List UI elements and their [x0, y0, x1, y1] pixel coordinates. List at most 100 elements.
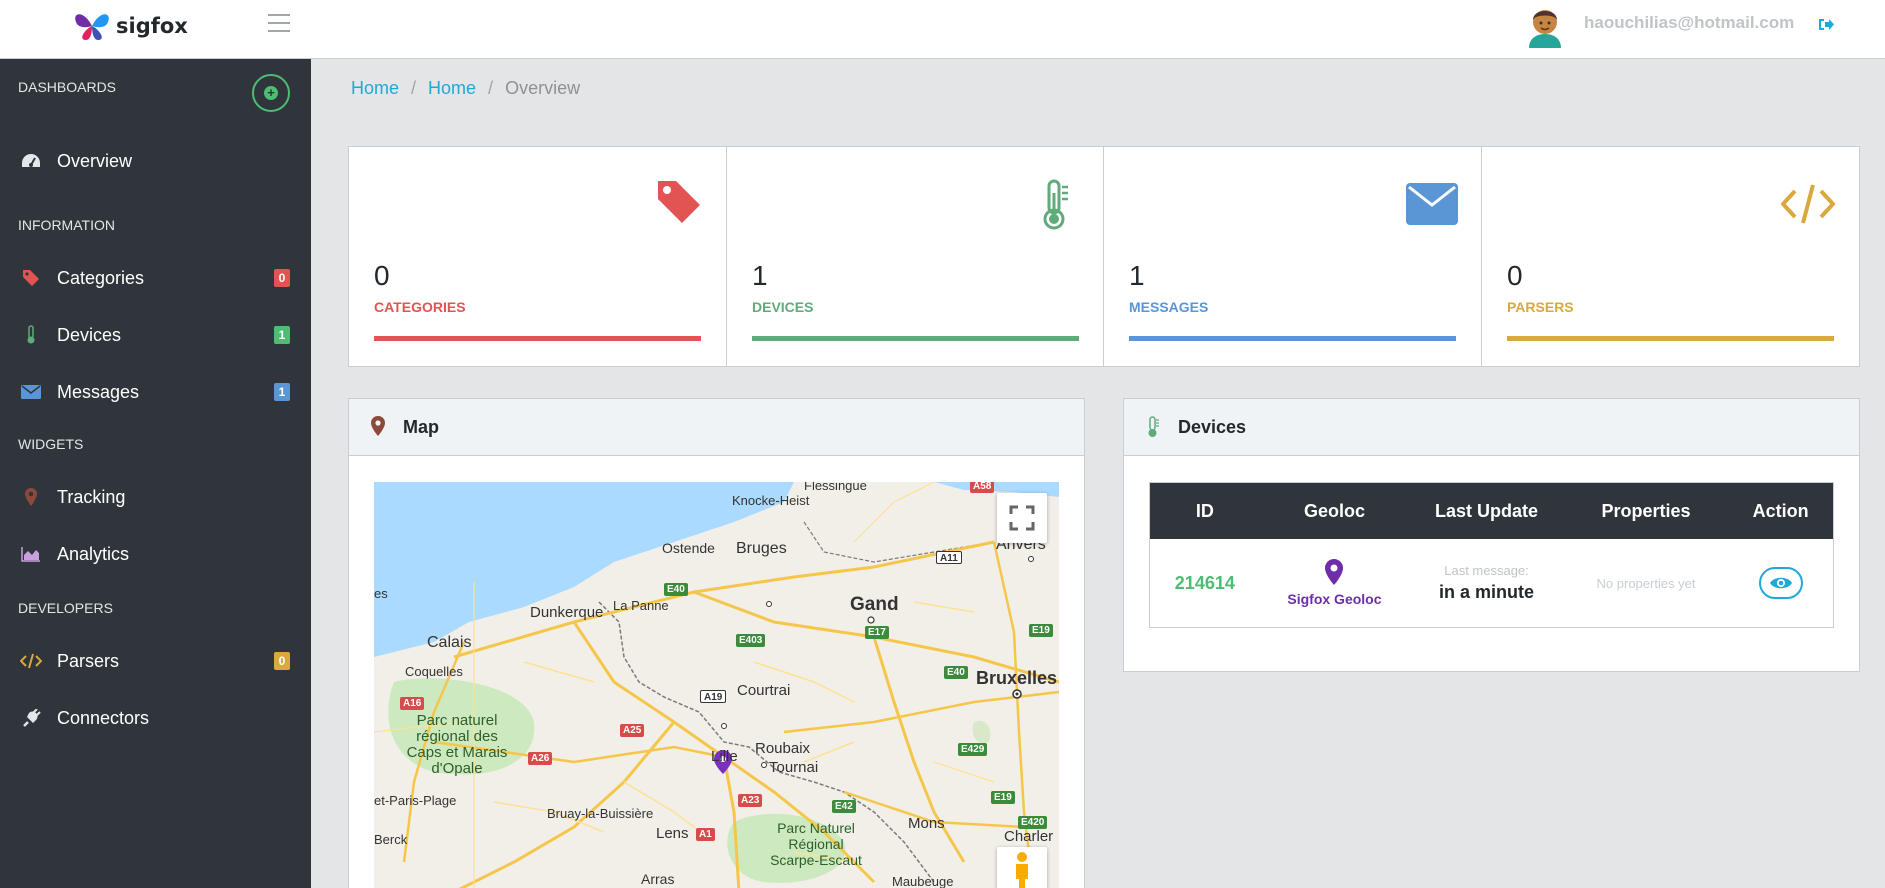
map-place-label: Bruay-la-Buissière [547, 806, 654, 821]
table-header: ID Geoloc Last Update Properties Action [1150, 483, 1833, 539]
road-sign: E42 [832, 800, 856, 813]
stat-card-devices[interactable]: 1 DEVICES [727, 147, 1104, 366]
last-update-value: in a minute [1439, 582, 1535, 602]
map-place-label: et-Paris-Plage [374, 793, 457, 808]
devices-panel: Devices ID Geoloc Last Update Properties… [1123, 398, 1860, 672]
column-header[interactable]: Last Update [1409, 483, 1564, 539]
road-sign: A16 [400, 697, 425, 710]
map-tiles [374, 482, 1059, 888]
map-fullscreen-button[interactable] [997, 493, 1047, 543]
stat-label: DEVICES [752, 299, 814, 315]
stat-card-categories[interactable]: 0 CATEGORIES [349, 147, 727, 366]
count-badge: 1 [274, 326, 290, 344]
pegman-icon [1016, 852, 1028, 888]
breadcrumb-separator: / [411, 78, 417, 98]
sidebar-item-label: Messages [57, 381, 140, 402]
sidebar-item-parsers[interactable]: Parsers 0 [0, 639, 311, 683]
breadcrumb-home-link[interactable]: Home [428, 78, 476, 99]
column-header[interactable]: Properties [1564, 483, 1729, 539]
map-place-label: Charler [1004, 828, 1054, 845]
column-header[interactable]: Action [1728, 483, 1833, 539]
map-marker-icon [1325, 559, 1344, 585]
map-marker-icon [20, 486, 42, 508]
map-place-label: Flessingue [804, 482, 867, 493]
thermometer-icon [1146, 416, 1160, 443]
stat-value: 0 [1507, 260, 1523, 291]
road-sign: E19 [1029, 624, 1053, 637]
map-view[interactable]: Flessingue Knocke-Heist Ostende Bruges A… [374, 482, 1059, 888]
map-place-label: Roubaix [755, 740, 811, 757]
properties-value: No properties yet [1596, 575, 1696, 591]
map-place-label: Maubeuge [892, 874, 954, 888]
panel-title: Devices [1178, 417, 1247, 437]
stat-label: CATEGORIES [374, 299, 466, 315]
envelope-icon [20, 381, 42, 403]
fullscreen-icon [1009, 505, 1035, 531]
device-id[interactable]: 214614 [1175, 573, 1235, 594]
user-avatar[interactable] [1525, 2, 1565, 48]
device-id-cell: 214614 [1150, 539, 1260, 627]
map-place-label: Parc naturel régional des Caps et Marais… [406, 712, 508, 777]
nav-title-developers: DEVELOPERS [18, 600, 113, 616]
column-header[interactable]: Geoloc [1260, 483, 1410, 539]
sigfox-logo[interactable]: sigfox [72, 8, 188, 44]
road-sign: E19 [991, 791, 1015, 804]
view-device-button[interactable] [1758, 567, 1803, 599]
tag-icon [656, 179, 702, 230]
stat-value: 1 [752, 260, 768, 291]
road-sign: E403 [736, 634, 766, 647]
add-dashboard-button[interactable]: + [252, 74, 290, 112]
map-place-label: es [374, 586, 388, 601]
map-place-label: Knocke-Heist [732, 493, 810, 508]
map-panel: Map Flessingue Knocke-Heist Ostende Brug… [348, 398, 1085, 888]
road-sign: E420 [1018, 816, 1048, 829]
street-view-pegman-button[interactable] [997, 847, 1047, 888]
road-sign: E40 [944, 666, 968, 679]
eye-icon [1769, 577, 1792, 589]
area-chart-icon [20, 543, 42, 565]
nav-title-information: INFORMATION [18, 217, 115, 233]
top-navbar: sigfox haouchilias@hotmail.com [0, 0, 1885, 59]
sidebar-item-label: Tracking [57, 486, 126, 507]
sidebar-item-devices[interactable]: Devices 1 [0, 313, 311, 357]
sidebar-item-messages[interactable]: Messages 1 [0, 370, 311, 414]
road-sign: A19 [700, 690, 727, 703]
properties-cell: No properties yet [1564, 539, 1729, 627]
map-place-label: Arras [641, 871, 675, 887]
geoloc-label: Sigfox Geoloc [1287, 591, 1382, 607]
user-email[interactable]: haouchilias@hotmail.com [1584, 13, 1794, 33]
column-header[interactable]: ID [1150, 483, 1260, 539]
road-sign: A11 [936, 551, 962, 564]
logout-icon[interactable] [1818, 17, 1835, 32]
map-place-label: Mons [908, 815, 945, 832]
plug-icon [20, 707, 42, 729]
panel-title: Map [403, 417, 439, 437]
last-message-label: Last message: [1444, 563, 1529, 578]
road-sign: A26 [528, 752, 553, 765]
map-place-label: Gand [850, 594, 899, 615]
sidebar-toggle-button[interactable] [268, 14, 290, 34]
sidebar-item-label: Devices [57, 324, 122, 345]
sidebar-item-analytics[interactable]: Analytics [0, 532, 311, 576]
map-place-label: Tournai [769, 759, 819, 776]
map-place-label: Bruges [736, 540, 787, 557]
road-sign: A58 [970, 482, 995, 493]
count-badge: 0 [274, 269, 290, 287]
sidebar-item-overview[interactable]: Overview [0, 139, 311, 183]
breadcrumb-home-link[interactable]: Home [351, 78, 399, 99]
sidebar-item-label: Parsers [57, 650, 120, 671]
map-place-label: Coquelles [405, 664, 463, 679]
stat-progress-bar [374, 336, 701, 341]
sidebar-item-connectors[interactable]: Connectors [0, 696, 311, 740]
stat-card-parsers[interactable]: 0 PARSERS [1482, 147, 1859, 366]
breadcrumb: Home / Home / Overview [351, 78, 580, 99]
breadcrumb-current: Overview [505, 78, 581, 98]
sidebar-item-tracking[interactable]: Tracking [0, 475, 311, 519]
sidebar-item-categories[interactable]: Categories 0 [0, 256, 311, 300]
stat-card-messages[interactable]: 1 MESSAGES [1104, 147, 1482, 366]
dashboard-icon [20, 150, 42, 172]
sidebar: DASHBOARDS + Overview INFORMATION Catego… [0, 59, 311, 888]
map-place-label: Ostende [662, 540, 715, 556]
sidebar-item-label: Connectors [57, 707, 150, 728]
last-update-cell: Last message: in a minute [1409, 539, 1564, 627]
